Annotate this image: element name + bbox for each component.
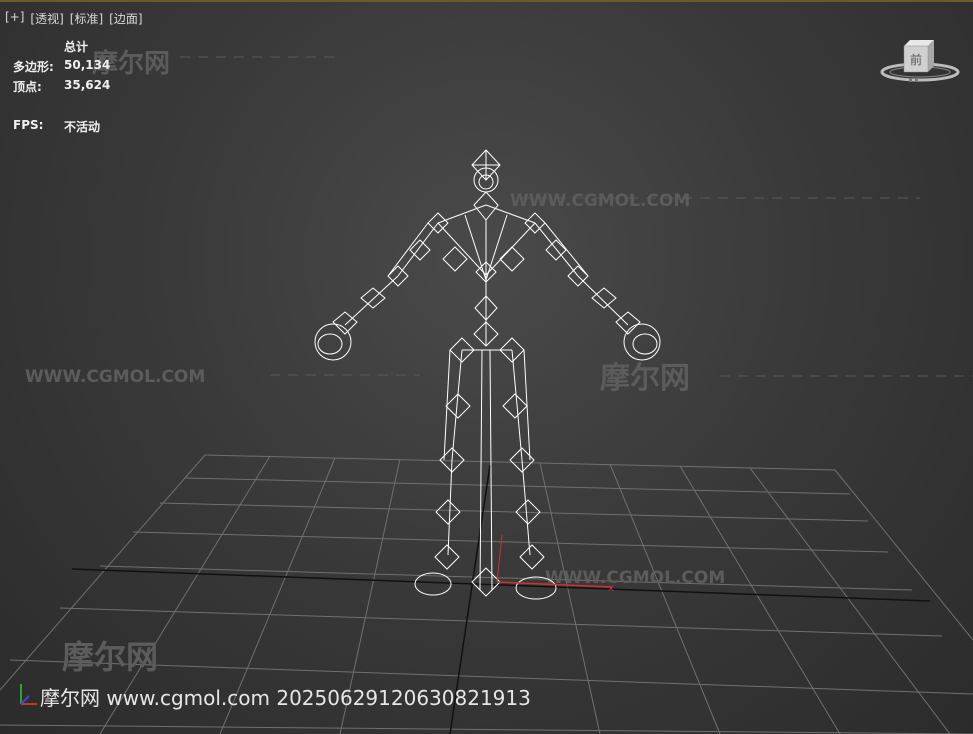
watermark-url: WWW.CGMOL.COM bbox=[25, 367, 205, 387]
polygons-label: 多边形: bbox=[13, 60, 54, 74]
stats-header: 总计 bbox=[64, 40, 89, 54]
watermark-logo: 摩尔网 bbox=[62, 638, 158, 676]
viewport-menu-standard[interactable]: [标准] bbox=[70, 10, 103, 27]
viewcube-front-label: 前 bbox=[910, 52, 922, 67]
axis-tripod-icon bbox=[20, 684, 37, 705]
footer-watermark-text: 摩尔网 www.cgmol.com 20250629120630821913 bbox=[40, 686, 531, 710]
fps-label: FPS: bbox=[13, 118, 44, 132]
svg-text:x: x bbox=[608, 583, 614, 594]
viewport-menu-plus[interactable]: [+] bbox=[5, 10, 24, 27]
main-grid-axis-x bbox=[71, 568, 931, 602]
watermark-url: WWW.CGMOL.COM bbox=[510, 191, 690, 211]
viewport-menu-edged-faces[interactable]: [边面] bbox=[109, 10, 142, 27]
polygons-value: 50,134 bbox=[64, 58, 111, 72]
watermark-group: WWW.CGMOL.COM WWW.CGMOL.COM WWW.CGMOL.CO… bbox=[25, 48, 725, 676]
viewcube[interactable]: 前 bbox=[879, 38, 961, 88]
viewport-label-menu: [+] [透视] [标准] [边面] bbox=[5, 10, 143, 27]
vertices-value: 35,624 bbox=[64, 78, 111, 92]
vertices-label: 顶点: bbox=[13, 80, 42, 94]
fps-value: 不活动 bbox=[64, 120, 101, 134]
viewport-menu-perspective[interactable]: [透视] bbox=[30, 10, 63, 27]
viewport-scene[interactable]: WWW.CGMOL.COM WWW.CGMOL.COM WWW.CGMOL.CO… bbox=[0, 0, 973, 734]
watermark-logo: 摩尔网 bbox=[600, 361, 690, 396]
